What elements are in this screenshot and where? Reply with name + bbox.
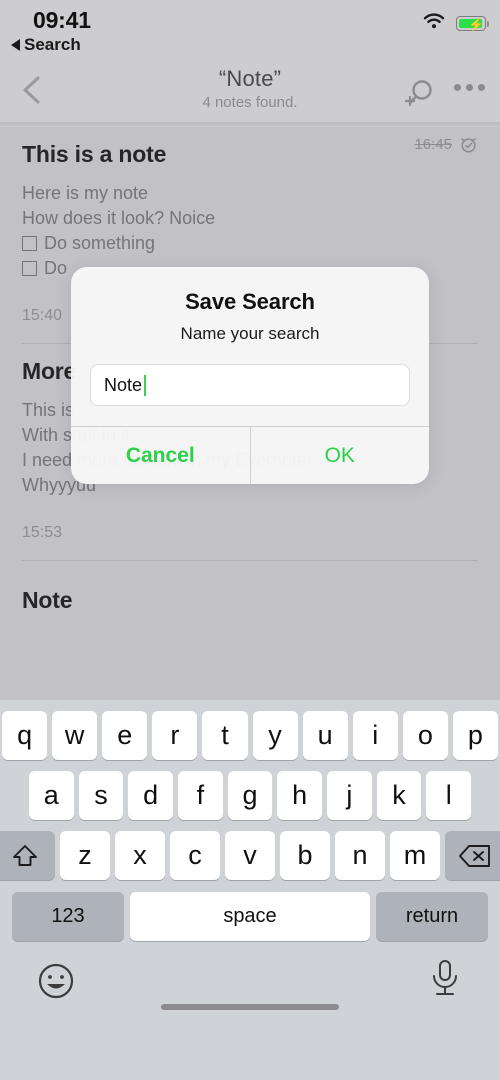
key-r[interactable]: r [152, 711, 198, 760]
return-to-search-indicator[interactable]: Search [11, 35, 81, 55]
key-z[interactable]: z [60, 831, 110, 880]
phone-screen: 09:41 Search ⚡ “Note” 4 notes found. 16:… [0, 0, 500, 1080]
battery-tip [486, 21, 489, 27]
key-s[interactable]: s [78, 771, 124, 820]
key-t[interactable]: t [202, 711, 248, 760]
dialog-title: Save Search [185, 289, 315, 314]
key-i[interactable]: i [352, 711, 398, 760]
key-x[interactable]: x [115, 831, 165, 880]
ok-button[interactable]: OK [251, 427, 430, 484]
key-k[interactable]: k [376, 771, 422, 820]
more-dot [466, 84, 473, 91]
return-key[interactable]: return [376, 892, 488, 941]
emoji-key[interactable] [36, 961, 76, 1006]
back-triangle-icon [11, 39, 20, 51]
cancel-button[interactable]: Cancel [71, 427, 250, 484]
text-cursor [144, 374, 147, 396]
shift-key[interactable] [0, 831, 55, 880]
dictation-key[interactable] [428, 957, 462, 1004]
key-g[interactable]: g [227, 771, 273, 820]
status-bar-indicators: ⚡ [423, 13, 489, 34]
save-search-dialog: Save Search Name your search Note Cancel… [71, 267, 429, 484]
key-q[interactable]: q [2, 711, 48, 760]
key-h[interactable]: h [277, 771, 323, 820]
numbers-key[interactable]: 123 [12, 892, 124, 941]
row2-left-spacer [2, 771, 24, 820]
key-d[interactable]: d [128, 771, 173, 820]
wifi-icon [423, 13, 445, 34]
keyboard-row-1: q w e r t y u i o p [0, 700, 500, 760]
shift-up-icon [13, 844, 37, 866]
save-search-button[interactable] [402, 76, 438, 112]
keyboard-row-3: z x c v b n m [0, 820, 500, 880]
key-j[interactable]: j [327, 771, 372, 820]
dialog-message: Name your search [180, 324, 320, 343]
on-screen-keyboard[interactable]: q w e r t y u i o p a s d f g h j k l z … [0, 700, 500, 1080]
key-c[interactable]: c [170, 831, 220, 880]
key-v[interactable]: v [225, 831, 275, 880]
dialog-field-wrapper: Note [71, 344, 429, 426]
return-to-search-label: Search [24, 35, 81, 54]
key-l[interactable]: l [426, 771, 472, 820]
key-o[interactable]: o [402, 711, 448, 760]
backspace-key[interactable] [445, 831, 500, 880]
navigation-bar: “Note” 4 notes found. [0, 60, 500, 122]
key-y[interactable]: y [252, 711, 298, 760]
space-key[interactable]: space [130, 892, 370, 941]
home-indicator-bar[interactable] [161, 1004, 339, 1010]
search-name-input-value: Note [104, 374, 143, 395]
keyboard-bottom-bar [0, 941, 500, 1021]
more-dot [478, 84, 485, 91]
key-p[interactable]: p [452, 711, 498, 760]
keyboard-row-4: 123 space return [0, 880, 500, 941]
more-options-button[interactable] [454, 84, 485, 91]
charging-bolt-icon: ⚡ [468, 17, 485, 32]
backspace-icon [459, 844, 490, 867]
key-n[interactable]: n [335, 831, 385, 880]
emoji-smiley-icon [38, 963, 74, 999]
row2-right-spacer [476, 771, 498, 820]
battery-charging-icon: ⚡ [456, 16, 489, 32]
key-b[interactable]: b [280, 831, 330, 880]
microphone-icon [433, 960, 457, 995]
dialog-actions: Cancel OK [71, 426, 429, 484]
search-name-input[interactable]: Note [90, 364, 410, 406]
more-dot [454, 84, 461, 91]
key-e[interactable]: e [102, 711, 148, 760]
status-bar-clock: 09:41 [33, 7, 91, 33]
key-w[interactable]: w [52, 711, 98, 760]
key-m[interactable]: m [390, 831, 440, 880]
search-plus-icon [404, 80, 432, 107]
status-bar: 09:41 Search ⚡ [0, 0, 500, 60]
key-u[interactable]: u [302, 711, 348, 760]
keyboard-row-2: a s d f g h j k l [0, 760, 500, 820]
key-f[interactable]: f [178, 771, 223, 820]
key-a[interactable]: a [28, 771, 74, 820]
